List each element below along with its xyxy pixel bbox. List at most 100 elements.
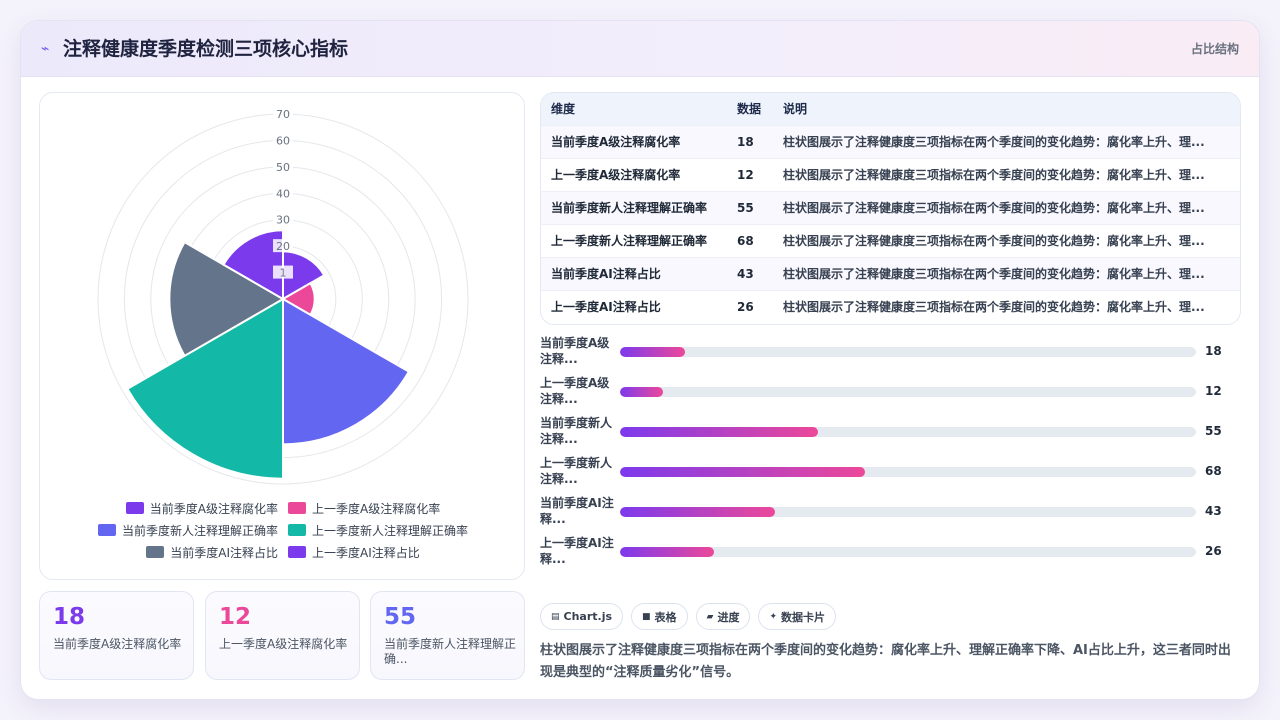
progress-track [620,547,1196,557]
data-table: 维度 数据 说明 当前季度A级注释腐化率 18 柱状图展示了注释健康度三项指标在两个… [541,93,1240,323]
legend-item[interactable]: 上一季度A级注释腐化率 [288,500,440,517]
progress-row: 当前季度A级注释... 18 [540,333,1240,373]
legend-item[interactable]: 当前季度AI注释占比 [146,544,278,561]
chart-icon: ▤ [551,611,560,622]
legend-row: 当前季度AI注释占比 上一季度AI注释占比 [40,541,526,563]
table-icon: ■ [642,611,651,622]
kpi-label: 当前季度新人注释理解正确... [384,637,517,666]
table-cell-note: 柱状图展示了注释健康度三项指标在两个季度间的变化趋势：腐化率上升、理... [783,300,1205,315]
tick-label: 20 [276,240,290,253]
progress-fill [620,507,775,517]
legend-label: 上一季度新人注释理解正确率 [312,523,469,538]
progress-track [620,387,1196,397]
table-cell-value: 55 [737,200,754,215]
tick-label: 1 [280,267,287,280]
chip-label: 进度 [717,610,740,624]
table-row[interactable]: 当前季度新人注释理解正确率 55 柱状图展示了注释健康度三项指标在两个季度间的变化趋… [541,191,1240,224]
kpi-card: 18 当前季度A级注释腐化率 [39,591,194,680]
progress-fill [620,427,818,437]
legend-item[interactable]: 当前季度新人注释理解正确率 [97,522,278,539]
kpi-card: 55 当前季度新人注释理解正确... [370,591,525,680]
tick-label: 70 [276,108,290,121]
kpi-label: 当前季度A级注释腐化率 [53,637,182,651]
summary-text: 柱状图展示了注释健康度三项指标在两个季度间的变化趋势：腐化率上升、理解正确率下降… [540,643,1231,680]
header-tag: 占比结构 [1190,42,1239,56]
legend-swatch [288,502,306,514]
legend-label: 当前季度新人注释理解正确率 [121,523,278,538]
data-table-panel: 维度 数据 说明 当前季度A级注释腐化率 18 柱状图展示了注释健康度三项指标在两个… [540,92,1241,325]
table-row[interactable]: 上一季度AI注释占比 26 柱状图展示了注释健康度三项指标在两个季度间的变化趋势：腐… [541,290,1240,323]
table-header-dimension: 维度 [551,102,576,117]
chip-chart[interactable]: ▤ Chart.js [540,603,624,630]
chip-card[interactable]: ✦ 数据卡片 [758,603,837,630]
legend-label: 上一季度AI注释占比 [312,545,420,560]
table-cell-value: 18 [737,134,754,149]
table-cell-dimension: 当前季度AI注释占比 [551,267,661,281]
kpi-value: 55 [384,604,417,630]
page-title: 注释健康度季度检测三项核心指标 [63,38,349,60]
legend-label: 当前季度AI注释占比 [170,545,278,560]
progress-row: 当前季度新人注释... 55 [540,413,1240,453]
progress-value: 18 [1205,344,1222,358]
progress-value: 12 [1205,384,1222,398]
legend-row: 当前季度新人注释理解正确率 上一季度新人注释理解正确率 [40,519,526,541]
polar-chart-panel: 1 20 30 40 50 60 70 当前季度A级注释腐化率 上一季度A级注释腐化率当前季度… [39,92,525,580]
progress-label: 当前季度新人注释... [540,416,613,446]
kpi-card: 12 上一季度A级注释腐化率 [205,591,360,680]
table-cell-note: 柱状图展示了注释健康度三项指标在两个季度间的变化趋势：腐化率上升、理... [783,234,1205,248]
table-row[interactable]: 上一季度A级注释腐化率 12 柱状图展示了注释健康度三项指标在两个季度间的变化趋势：… [541,158,1240,191]
table-cell-dimension: 当前季度A级注释腐化率 [551,135,681,149]
progress-fill [620,467,865,477]
header-bar: ⌁ 注释健康度季度检测三项核心指标 占比结构 [21,21,1259,77]
chip-progress[interactable]: ▰ 进度 [695,603,751,630]
progress-value: 26 [1205,544,1222,558]
table-row[interactable]: 当前季度AI注释占比 43 柱状图展示了注释健康度三项指标在两个季度间的变化趋势：腐… [541,257,1240,290]
progress-label: 当前季度A级注释... [540,336,610,366]
table-row[interactable]: 上一季度新人注释理解正确率 68 柱状图展示了注释健康度三项指标在两个季度间的变化趋… [541,224,1240,257]
table-cell-dimension: 上一季度A级注释腐化率 [551,168,681,182]
chip-label: 数据卡片 [781,610,826,624]
legend-swatch [125,502,144,514]
chip-label: Chart.js [563,610,613,623]
progress-fill [620,347,685,357]
legend-item[interactable]: 当前季度A级注释腐化率 [125,500,278,517]
table-cell-note: 柱状图展示了注释健康度三项指标在两个季度间的变化趋势：腐化率上升、理... [783,135,1205,149]
table-cell-value: 26 [737,299,754,314]
tick-label: 30 [276,214,290,227]
table-cell-dimension: 上一季度新人注释理解正确率 [551,234,708,248]
progress-row: 上一季度AI注释... 26 [540,533,1240,573]
progress-row: 当前季度AI注释... 43 [540,493,1240,533]
tick-label: 60 [276,134,290,147]
view-chips: ▤ Chart.js ■ 表格 ▰ 进度 ✦ 数据卡片 [540,603,844,631]
legend-label: 上一季度A级注释腐化率 [312,501,441,516]
table-cell-value: 68 [737,233,754,248]
progress-fill [620,547,714,557]
legend-swatch [97,524,116,536]
polar-area-chart: 1 20 30 40 50 60 70 [97,107,469,485]
tick-label: 40 [276,187,290,200]
progress-label: 上一季度A级注释... [540,376,610,406]
table-cell-note: 柱状图展示了注释健康度三项指标在两个季度间的变化趋势：腐化率上升、理... [783,267,1205,281]
progress-label: 上一季度新人注释... [540,456,613,486]
legend-swatch [288,546,306,558]
chip-label: 表格 [654,610,677,624]
progress-label: 当前季度AI注释... [540,496,614,526]
progress-row: 上一季度新人注释... 68 [540,453,1240,493]
legend-swatch [146,546,165,558]
kpi-value: 12 [219,604,252,630]
table-cell-note: 柱状图展示了注释健康度三项指标在两个季度间的变化趋势：腐化率上升、理... [783,168,1205,182]
tick-label: 50 [276,161,290,174]
kpi-value: 18 [53,604,86,630]
chip-table[interactable]: ■ 表格 [631,603,688,630]
legend-item[interactable]: 上一季度新人注释理解正确率 [288,522,468,539]
progress-value: 55 [1205,424,1222,438]
table-header-row: 维度 数据 说明 [541,93,1240,125]
card-icon: ✦ [769,611,778,622]
legend-item[interactable]: 上一季度AI注释占比 [288,544,420,561]
table-row[interactable]: 当前季度A级注释腐化率 18 柱状图展示了注释健康度三项指标在两个季度间的变化趋势：… [541,125,1240,158]
progress-track [620,467,1196,477]
progress-fill [620,387,664,397]
table-cell-note: 柱状图展示了注释健康度三项指标在两个季度间的变化趋势：腐化率上升、理... [783,201,1205,215]
progress-label: 上一季度AI注释... [540,536,614,566]
table-header-value: 数据 [737,102,762,117]
